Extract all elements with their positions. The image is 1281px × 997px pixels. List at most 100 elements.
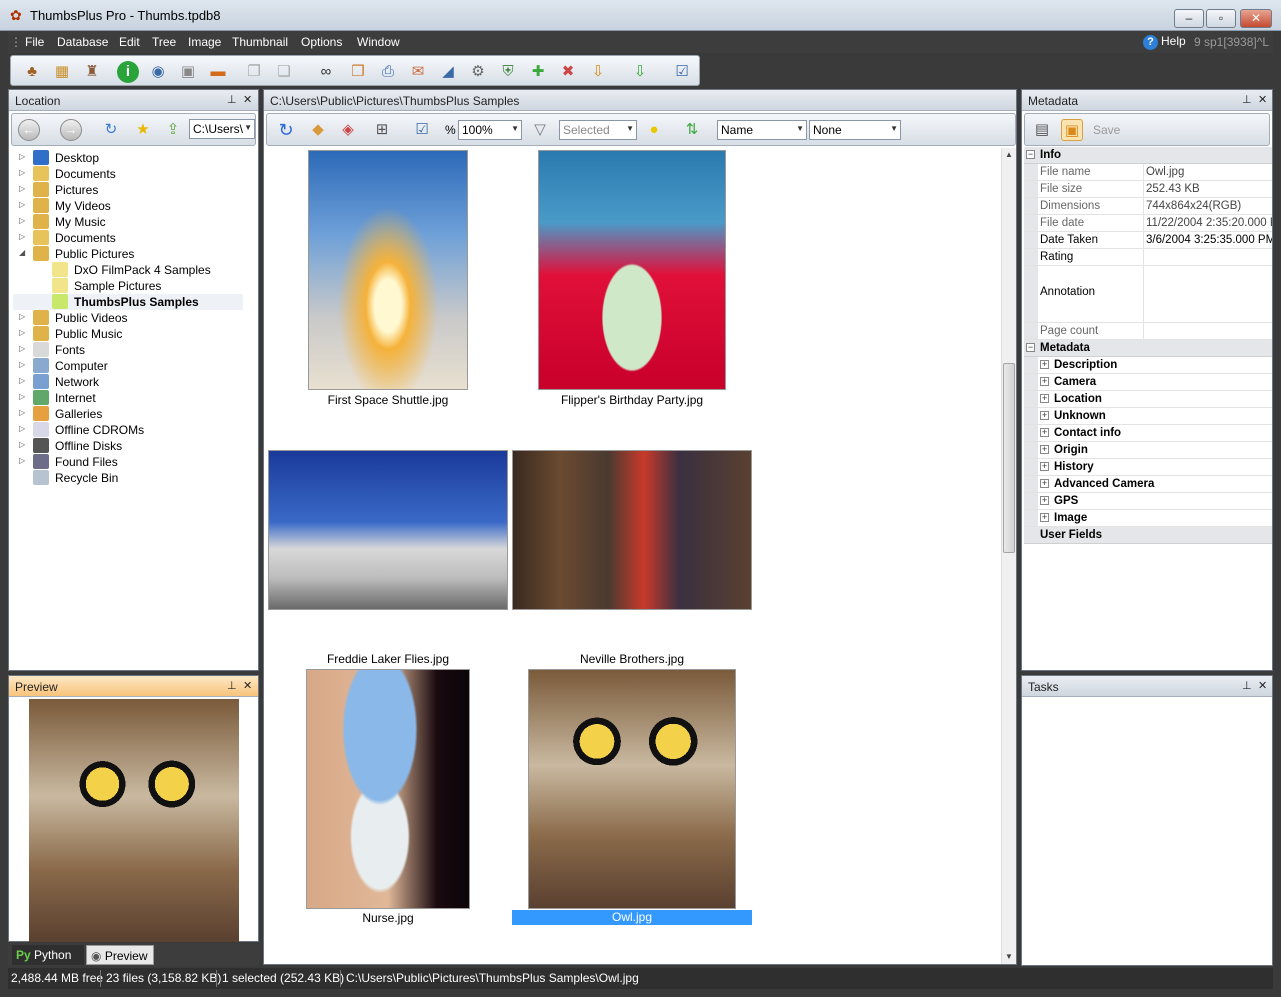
collapse-icon[interactable]: − [1026, 150, 1035, 159]
expand-icon[interactable]: ▷ [19, 392, 28, 401]
expand-icon[interactable]: ▷ [19, 360, 28, 369]
collapse-icon[interactable]: − [1026, 343, 1035, 352]
expand-icon[interactable]: ▷ [19, 232, 28, 241]
expand-icon[interactable]: ▷ [19, 312, 28, 321]
tree-item[interactable]: ▷ Galleries [13, 406, 243, 422]
batch-icon[interactable]: ❒ [347, 61, 369, 83]
find-icon[interactable]: ♜ [81, 61, 103, 83]
untag-icon[interactable]: ◈ [337, 119, 359, 141]
tree-item[interactable]: ▷ My Videos [13, 198, 243, 214]
collapse-icon[interactable]: ◢ [19, 248, 28, 257]
metadata-view-icon[interactable]: ▣ [1061, 119, 1083, 141]
launch-icon[interactable]: ♣ [21, 61, 43, 83]
menu-image[interactable]: Image [188, 35, 221, 49]
tree-item[interactable]: ▷ Offline Disks [13, 438, 243, 454]
tag-icon[interactable]: ◆ [307, 119, 329, 141]
expand-icon[interactable]: + [1040, 445, 1049, 454]
zoom-combo[interactable]: 100% ▼ [458, 120, 522, 140]
close-pane-icon[interactable]: ✕ [1258, 679, 1267, 692]
expand-icon[interactable]: + [1040, 360, 1049, 369]
expand-icon[interactable]: ▷ [19, 424, 28, 433]
expand-icon[interactable]: ▷ [19, 344, 28, 353]
browse-icon[interactable]: ▦ [51, 61, 73, 83]
print-icon[interactable]: ⎙ [377, 61, 399, 83]
tab-preview[interactable]: ◉ Preview [86, 945, 154, 965]
copy-to-icon[interactable]: ⇩ [629, 61, 651, 83]
menu-database[interactable]: Database [57, 35, 108, 49]
metadata-category[interactable]: + Contact info [1024, 425, 1272, 442]
shield-icon[interactable]: ⛨ [497, 61, 519, 83]
settings-gear-icon[interactable]: ⚙ [467, 61, 489, 83]
menu-options[interactable]: Options [301, 35, 342, 49]
tree-item[interactable]: ▷ Desktop [13, 150, 243, 166]
info-icon[interactable]: i [117, 61, 139, 83]
metadata-section-user-fields[interactable]: User Fields [1024, 527, 1272, 544]
tree-item[interactable]: ▷ Internet [13, 390, 243, 406]
expand-icon[interactable]: ▷ [19, 440, 28, 449]
tree-item[interactable]: ▷ Found Files [13, 454, 243, 470]
tree-item[interactable]: ThumbsPlus Samples [13, 294, 243, 310]
metadata-row[interactable]: Rating [1024, 249, 1272, 266]
sort-primary-combo[interactable]: Name ▼ [717, 120, 807, 140]
tree-item[interactable]: ▷ Fonts [13, 342, 243, 358]
help-menu[interactable]: ? Help [1143, 34, 1186, 50]
minimize-button[interactable]: – [1174, 9, 1204, 28]
checklist-icon[interactable]: ☑ [671, 61, 693, 83]
expand-icon[interactable]: + [1040, 394, 1049, 403]
metadata-edit-icon[interactable]: ▤ [1031, 119, 1053, 141]
maximize-button[interactable]: ▫ [1206, 9, 1236, 28]
metadata-category[interactable]: + Location [1024, 391, 1272, 408]
expand-icon[interactable]: ▷ [19, 200, 28, 209]
tree-item[interactable]: ▷ Offline CDROMs [13, 422, 243, 438]
metadata-category[interactable]: + Origin [1024, 442, 1272, 459]
select-icon[interactable]: ☑ [411, 119, 433, 141]
tree-item[interactable]: ▷ Pictures [13, 182, 243, 198]
paste-icon[interactable]: ❏ [273, 61, 295, 83]
expand-icon[interactable]: ▷ [19, 168, 28, 177]
metadata-category[interactable]: + Advanced Camera [1024, 476, 1272, 493]
metadata-row[interactable]: File name Owl.jpg [1024, 164, 1272, 181]
expand-icon[interactable]: + [1040, 513, 1049, 522]
menu-window[interactable]: Window [357, 35, 400, 49]
expand-icon[interactable]: ▷ [19, 456, 28, 465]
tree-item[interactable]: Sample Pictures [13, 278, 243, 294]
scroll-down-icon[interactable]: ▼ [1005, 952, 1013, 961]
sort-secondary-combo[interactable]: None ▼ [809, 120, 901, 140]
metadata-category[interactable]: + Image [1024, 510, 1272, 527]
tree-item[interactable]: Recycle Bin [13, 470, 243, 486]
favorites-star-icon[interactable]: ★ [132, 119, 154, 141]
expand-icon[interactable]: + [1040, 462, 1049, 471]
thumbnail-scrollbar[interactable]: ▲ ▼ [1001, 148, 1016, 964]
scrollbar-thumb[interactable] [1003, 363, 1015, 553]
metadata-category[interactable]: + Description [1024, 357, 1272, 374]
expand-icon[interactable]: ▷ [19, 328, 28, 337]
lightbulb-icon[interactable]: ● [643, 119, 665, 141]
metadata-row[interactable]: File date 11/22/2004 2:35:20.000 P [1024, 215, 1272, 232]
scan-icon[interactable]: ◢ [437, 61, 459, 83]
pin-icon[interactable]: ⊥ [1242, 93, 1252, 106]
expand-icon[interactable]: + [1040, 377, 1049, 386]
copy-icon[interactable]: ❐ [243, 61, 265, 83]
delete-folder-icon[interactable]: ✖ [557, 61, 579, 83]
new-folder-icon[interactable]: ✚ [527, 61, 549, 83]
expand-icon[interactable]: + [1040, 428, 1049, 437]
pin-icon[interactable]: ⊥ [1242, 679, 1252, 692]
filter-funnel-icon[interactable]: ▽ [529, 119, 551, 141]
close-pane-icon[interactable]: ✕ [243, 679, 252, 692]
metadata-section-info[interactable]: − Info [1024, 147, 1272, 164]
metadata-category[interactable]: + Unknown [1024, 408, 1272, 425]
metadata-row[interactable]: Annotation [1024, 266, 1272, 323]
pin-icon[interactable]: ⊥ [227, 679, 237, 692]
sort-icon[interactable]: ⇅ [681, 119, 703, 141]
refresh-icon[interactable]: ↻ [100, 119, 122, 141]
forward-icon[interactable]: → [60, 119, 82, 141]
close-button[interactable]: ✕ [1240, 9, 1272, 28]
expand-icon[interactable]: ▷ [19, 152, 28, 161]
tree-item[interactable]: ▷ Public Music [13, 326, 243, 342]
email-icon[interactable]: ✉ [407, 61, 429, 83]
menu-thumbnail[interactable]: Thumbnail [232, 35, 288, 49]
view-eye-icon[interactable]: ◉ [147, 61, 169, 83]
tree-item[interactable]: ▷ My Music [13, 214, 243, 230]
filter-combo[interactable]: Selected ▼ [559, 120, 637, 140]
expand-icon[interactable]: ▷ [19, 184, 28, 193]
